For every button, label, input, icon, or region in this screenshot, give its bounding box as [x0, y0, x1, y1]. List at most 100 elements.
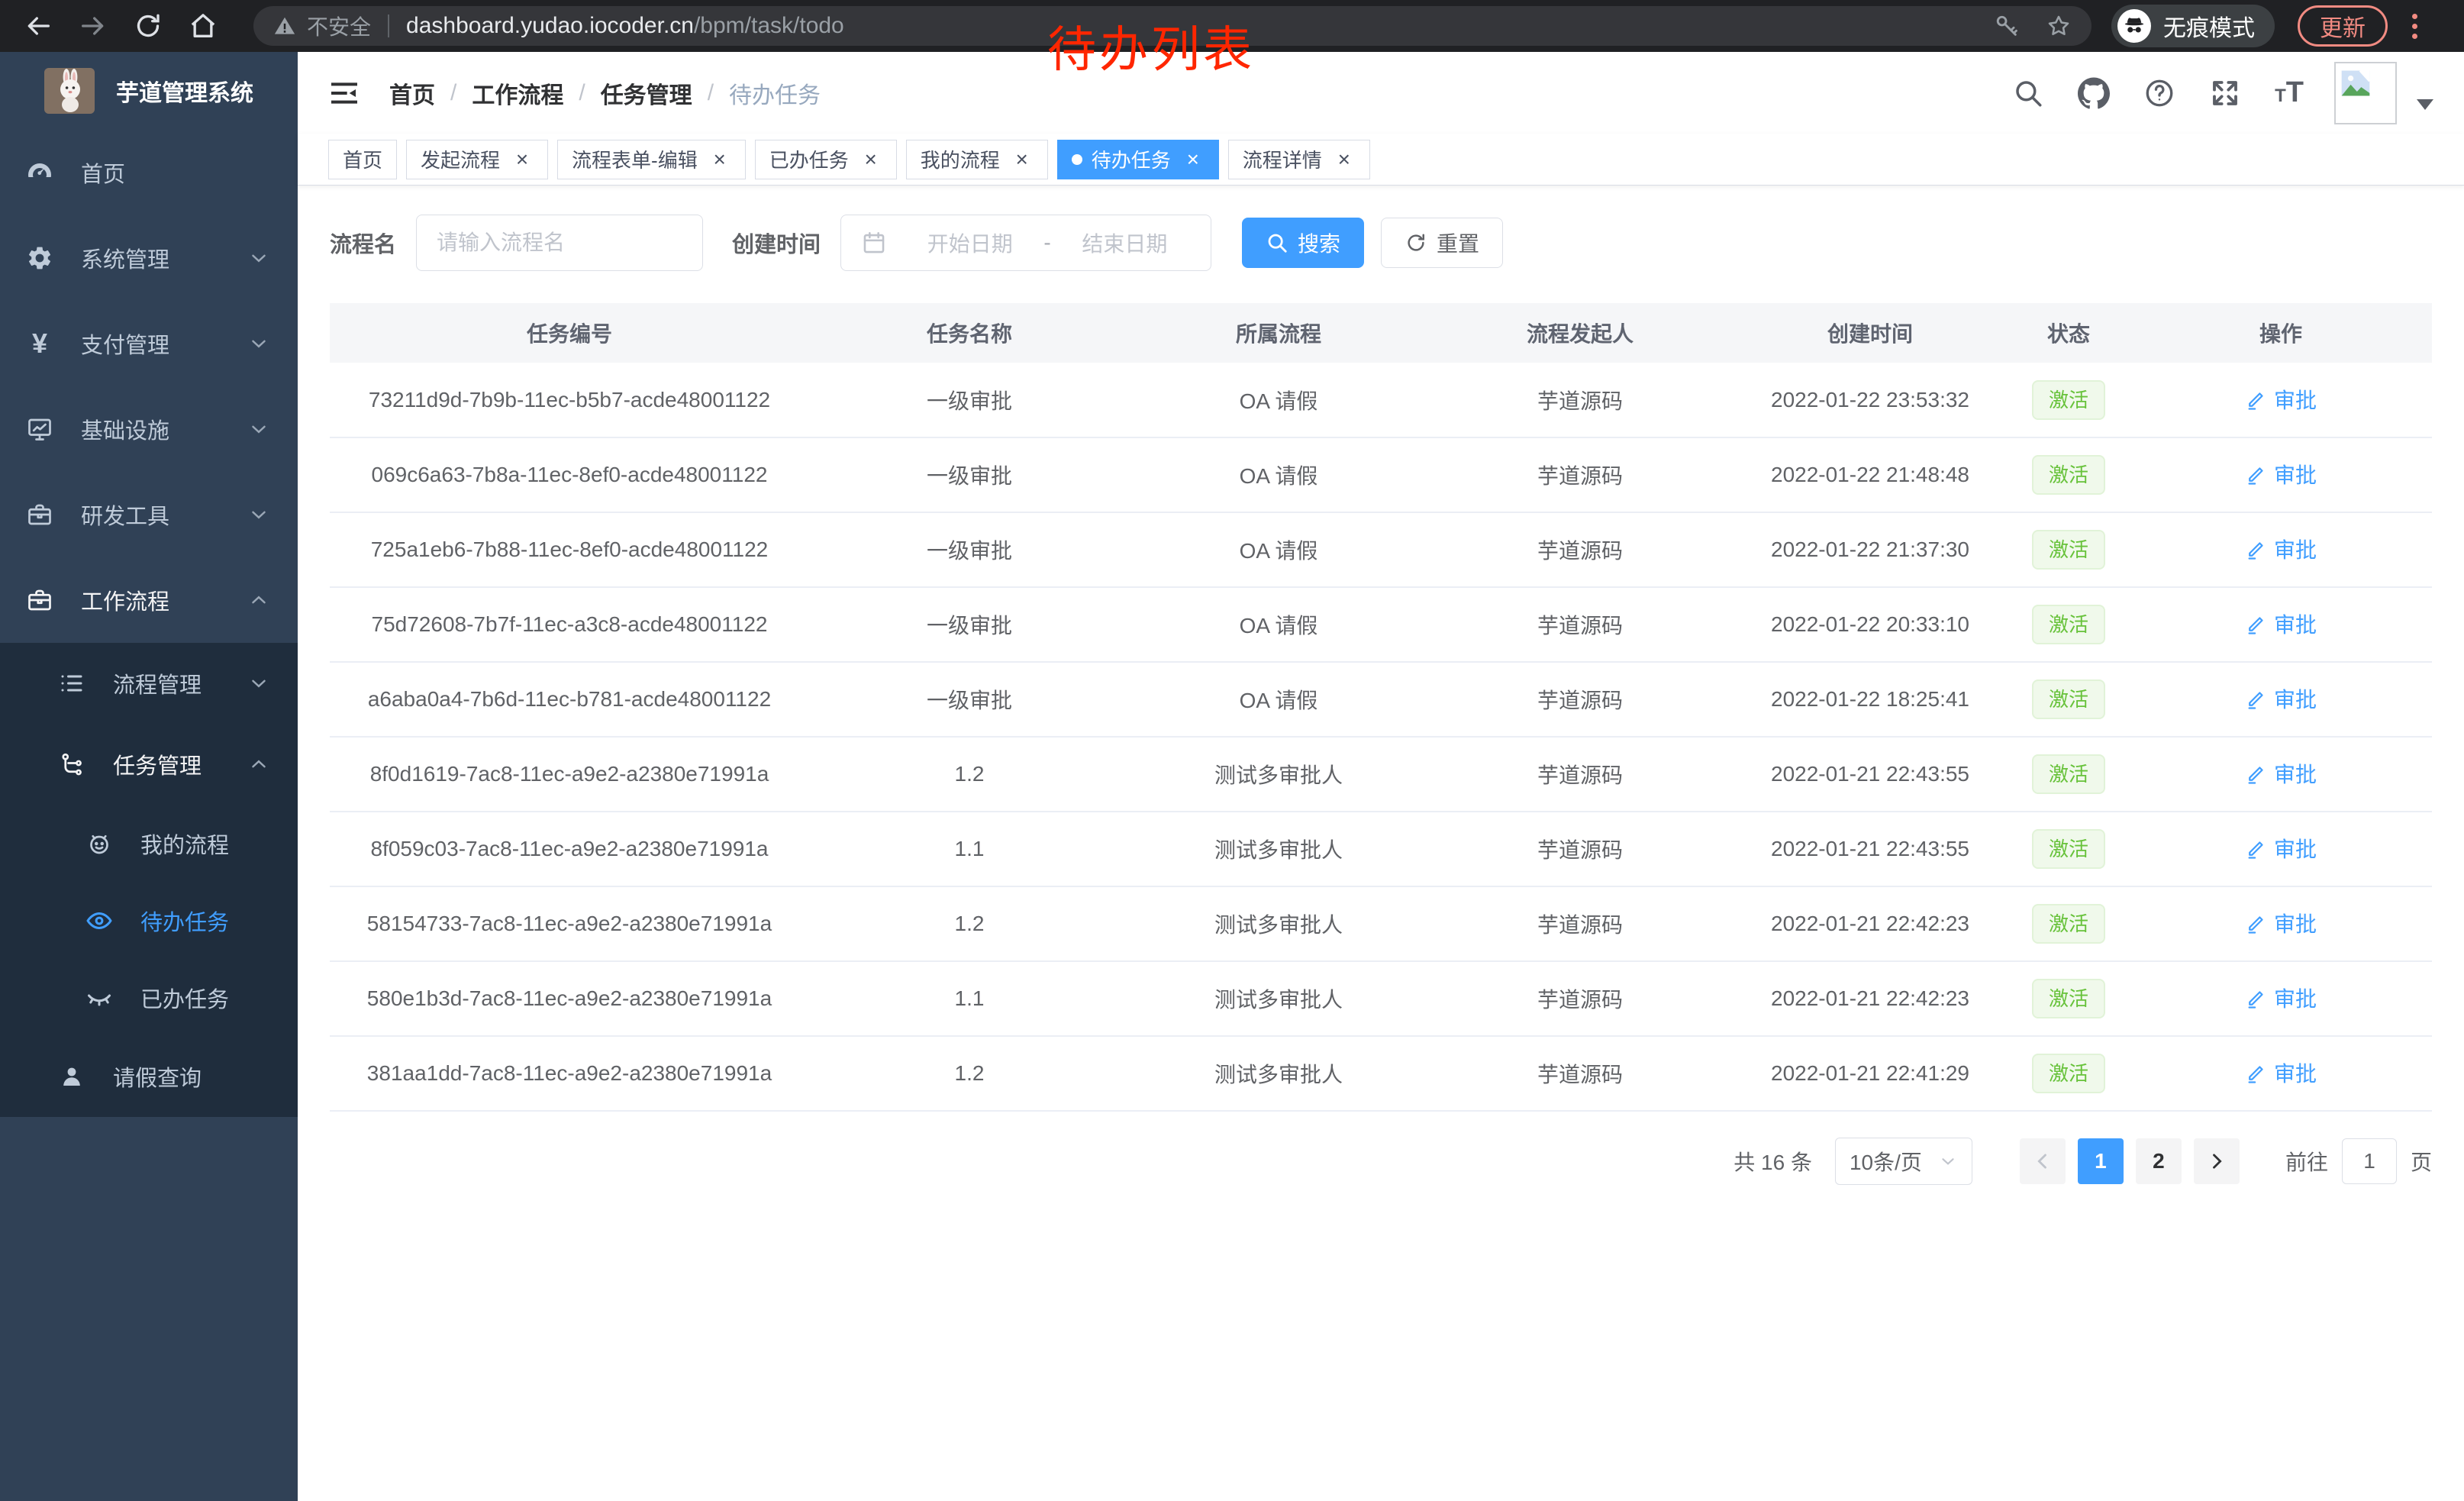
sidebar-item-workflow[interactable]: 工作流程	[0, 557, 298, 643]
close-icon[interactable]: ×	[511, 148, 534, 171]
search-icon[interactable]	[2012, 77, 2044, 109]
cell-task-id: 069c6a63-7b8a-11ec-8ef0-acde48001122	[330, 437, 809, 512]
sidebar-item-todo-tasks[interactable]: 待办任务	[0, 882, 298, 959]
goto-page-input[interactable]	[2342, 1138, 2397, 1184]
tab-process-detail[interactable]: 流程详情×	[1228, 140, 1370, 179]
breadcrumb-home[interactable]: 首页	[389, 76, 435, 110]
chevron-up-icon	[247, 753, 270, 776]
back-icon[interactable]	[23, 11, 53, 41]
approve-link[interactable]: 审批	[2245, 534, 2317, 564]
sidebar-item-payment[interactable]: ¥ 支付管理	[0, 301, 298, 386]
chrome-update-button[interactable]: 更新	[2298, 5, 2388, 47]
font-size-icon[interactable]: TT	[2275, 76, 2304, 109]
status-badge: 激活	[2032, 829, 2105, 869]
page-button-1[interactable]: 1	[2078, 1138, 2124, 1184]
sidebar-item-my-process[interactable]: 我的流程	[0, 805, 298, 882]
home-icon[interactable]	[188, 11, 218, 41]
date-range-picker[interactable]: 开始日期 - 结束日期	[840, 215, 1211, 271]
cell-process: 测试多审批人	[1130, 812, 1427, 886]
edit-pen-icon	[2245, 837, 2268, 860]
forward-icon[interactable]	[78, 11, 108, 41]
status-badge: 激活	[2032, 979, 2105, 1018]
sidebar-item-home[interactable]: 首页	[0, 130, 298, 215]
end-date-placeholder: 结束日期	[1059, 228, 1191, 258]
monitor-chart-icon	[23, 415, 56, 443]
cell-created: 2022-01-22 21:48:48	[1733, 437, 2008, 512]
tab-done-tasks[interactable]: 已办任务×	[755, 140, 897, 179]
toolbox-icon	[23, 501, 56, 528]
process-name-label: 流程名	[330, 227, 396, 259]
tab-form-edit[interactable]: 流程表单-编辑×	[557, 140, 746, 179]
start-date-placeholder: 开始日期	[904, 228, 1036, 258]
breadcrumb-task-management[interactable]: 任务管理	[601, 76, 692, 110]
cell-starter: 芋道源码	[1427, 812, 1733, 886]
approve-link[interactable]: 审批	[2245, 683, 2317, 714]
sidebar-item-task-management[interactable]: 任务管理	[0, 724, 298, 805]
cell-created: 2022-01-22 23:53:32	[1733, 363, 2008, 437]
approve-link[interactable]: 审批	[2245, 758, 2317, 789]
cell-starter: 芋道源码	[1427, 587, 1733, 662]
breadcrumb-workflow[interactable]: 工作流程	[472, 76, 563, 110]
sidebar-collapse-icon[interactable]	[328, 78, 360, 108]
tags-view: 首页 发起流程× 流程表单-编辑× 已办任务× 我的流程× 待办任务× 流程详情…	[298, 134, 2464, 186]
approve-link[interactable]: 审批	[2245, 983, 2317, 1013]
approve-link[interactable]: 审批	[2245, 1057, 2317, 1088]
cell-created: 2022-01-21 22:41:29	[1733, 1036, 2008, 1111]
sidebar-item-system[interactable]: 系统管理	[0, 215, 298, 301]
cell-created: 2022-01-22 21:37:30	[1733, 512, 2008, 587]
cell-task-name: 一级审批	[809, 512, 1130, 587]
table-row: 8f0d1619-7ac8-11ec-a9e2-a2380e71991a 1.2…	[330, 737, 2432, 812]
browser-menu-icon[interactable]	[2408, 9, 2422, 44]
close-icon[interactable]: ×	[859, 148, 882, 171]
app-logo-row[interactable]: 芋道管理系统	[0, 52, 298, 130]
approve-link[interactable]: 审批	[2245, 833, 2317, 863]
refresh-icon	[1405, 231, 1427, 254]
reload-icon[interactable]	[133, 11, 163, 41]
avatar-dropdown-caret[interactable]	[2417, 99, 2433, 110]
cell-starter: 芋道源码	[1427, 886, 1733, 961]
close-icon[interactable]: ×	[1011, 148, 1034, 171]
incognito-icon	[2117, 9, 2151, 43]
search-button[interactable]: 搜索	[1242, 218, 1364, 268]
approve-link[interactable]: 审批	[2245, 608, 2317, 639]
process-name-input[interactable]	[437, 231, 682, 255]
chevron-up-icon	[247, 589, 270, 612]
sidebar-menu: 首页 系统管理 ¥ 支付管理 基础设施 研发工具	[0, 130, 298, 1117]
page-size-select[interactable]: 10条/页	[1835, 1138, 1972, 1185]
cell-task-name: 一级审批	[809, 587, 1130, 662]
app-logo-avatar	[44, 68, 95, 114]
approve-link[interactable]: 审批	[2245, 459, 2317, 489]
tab-my-process[interactable]: 我的流程×	[906, 140, 1048, 179]
approve-link[interactable]: 审批	[2245, 908, 2317, 938]
prev-page-button[interactable]	[2020, 1138, 2066, 1184]
total-count: 共 16 条	[1734, 1146, 1812, 1177]
filter-form: 流程名 创建时间 开始日期 - 结束日期 搜索 重置	[330, 215, 2432, 271]
sidebar-item-leave-query[interactable]: 请假查询	[0, 1036, 298, 1117]
close-icon[interactable]: ×	[1182, 148, 1205, 171]
sidebar-item-dev-tools[interactable]: 研发工具	[0, 472, 298, 557]
sidebar-item-done-tasks[interactable]: 已办任务	[0, 959, 298, 1036]
search-icon	[1266, 231, 1288, 254]
avatar[interactable]	[2334, 62, 2397, 124]
sidebar-item-infrastructure[interactable]: 基础设施	[0, 386, 298, 472]
incognito-badge: 无痕模式	[2111, 5, 2275, 47]
tab-start-process[interactable]: 发起流程×	[406, 140, 548, 179]
next-page-button[interactable]	[2194, 1138, 2240, 1184]
approve-link[interactable]: 审批	[2245, 384, 2317, 415]
cell-task-name: 一级审批	[809, 363, 1130, 437]
github-icon[interactable]	[2078, 77, 2110, 109]
close-icon[interactable]: ×	[1333, 148, 1356, 171]
password-key-icon[interactable]	[1994, 13, 2020, 39]
col-status: 状态	[2008, 303, 2130, 363]
status-badge: 激活	[2032, 605, 2105, 644]
help-icon[interactable]	[2143, 77, 2175, 109]
page-button-2[interactable]: 2	[2136, 1138, 2182, 1184]
tab-todo-tasks[interactable]: 待办任务×	[1057, 140, 1219, 179]
reset-button[interactable]: 重置	[1381, 218, 1503, 268]
bookmark-star-icon[interactable]	[2046, 13, 2072, 39]
close-icon[interactable]: ×	[708, 148, 731, 171]
chevron-down-icon	[247, 503, 270, 526]
fullscreen-icon[interactable]	[2209, 77, 2241, 109]
sidebar-item-process-management[interactable]: 流程管理	[0, 643, 298, 724]
tab-home[interactable]: 首页	[328, 140, 397, 179]
